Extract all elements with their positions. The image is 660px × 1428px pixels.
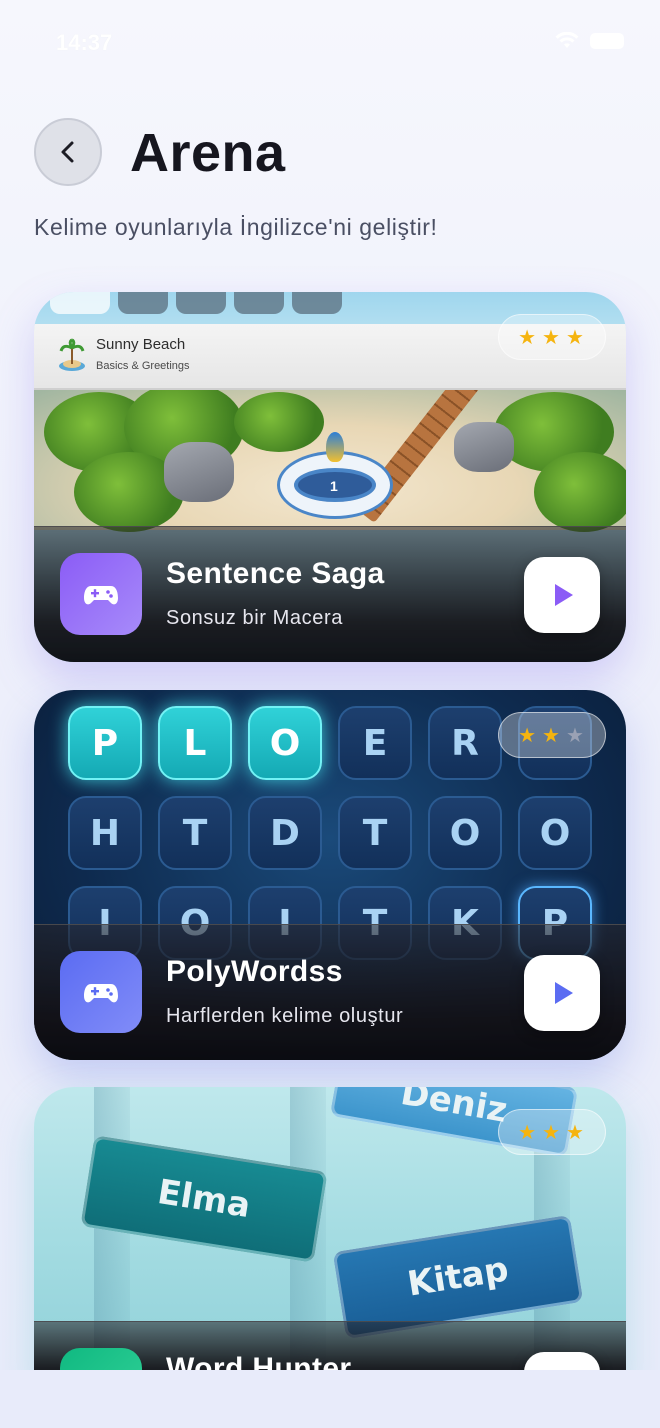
game-title: Sentence Saga	[166, 557, 385, 590]
star-icon: ★	[565, 1121, 586, 1144]
gamepad-icon	[84, 586, 118, 605]
level-tiles	[50, 292, 342, 314]
card-footer: PolyWordss Harflerden kelime oluştur	[34, 924, 626, 1060]
level-number: 1	[330, 478, 338, 494]
star-icon: ★	[542, 1121, 562, 1144]
game-card-sentence-saga[interactable]: 1 Sunny Beach Basics & Greetings ★ ★ ★ S…	[34, 292, 626, 662]
play-icon	[555, 982, 573, 1004]
wifi-icon	[555, 32, 579, 48]
game-icon	[60, 553, 142, 635]
bottom-safe-area	[0, 1370, 660, 1428]
star-rating: ★ ★ ★	[498, 712, 606, 758]
page-subtitle: Kelime oyunlarıyla İngilizce'ni geliştir…	[34, 214, 438, 240]
play-button[interactable]	[524, 557, 600, 633]
star-icon: ★	[542, 326, 562, 349]
game-card-polywordss[interactable]: P L O E R H T D T O O I O I T K P ★ ★ ★	[34, 690, 626, 1060]
star-icon: ★	[565, 326, 586, 349]
back-button[interactable]	[34, 118, 102, 186]
status-icons	[554, 32, 624, 50]
star-empty-icon: ★	[565, 724, 586, 747]
letter-tile: R	[428, 706, 502, 780]
star-rating: ★ ★ ★	[498, 1109, 606, 1155]
chevron-left-icon	[61, 141, 74, 163]
game-subtitle: Harflerden kelime oluştur	[166, 1005, 404, 1027]
letter-tile: T	[158, 796, 232, 870]
letter-tile: E	[338, 706, 412, 780]
battery-icon	[590, 33, 624, 49]
card-footer: Sentence Saga Sonsuz bir Macera	[34, 526, 626, 662]
level-title: Sunny Beach	[96, 336, 186, 353]
page-title: Arena	[130, 123, 286, 183]
star-icon: ★	[518, 326, 539, 349]
letter-tile: L	[158, 706, 232, 780]
letter-tile: P	[68, 706, 142, 780]
gamepad-icon	[84, 984, 118, 1003]
letter-tile: O	[428, 796, 502, 870]
letter-tile: D	[248, 796, 322, 870]
letter-tile: H	[68, 796, 142, 870]
letter-tile: O	[248, 706, 322, 780]
game-subtitle: Sonsuz bir Macera	[166, 607, 343, 629]
island-icon	[59, 338, 85, 371]
game-card-word-hunter[interactable]: Deniz Elma Kitap ★ ★ ★ Word Hunter	[34, 1087, 626, 1387]
status-bar: 14:37	[0, 0, 660, 80]
parrot-mascot	[326, 432, 344, 462]
star-icon: ★	[542, 724, 562, 747]
letter-tile: O	[518, 796, 592, 870]
play-button[interactable]	[524, 955, 600, 1031]
star-icon: ★	[518, 724, 539, 747]
level-subtitle: Basics & Greetings	[96, 360, 190, 372]
play-icon	[555, 584, 573, 606]
star-icon: ★	[518, 1121, 539, 1144]
game-icon	[60, 951, 142, 1033]
letter-tile: T	[338, 796, 412, 870]
game-title: PolyWordss	[166, 955, 343, 988]
status-time: 14:37	[56, 30, 113, 55]
star-rating: ★ ★ ★	[498, 314, 606, 360]
